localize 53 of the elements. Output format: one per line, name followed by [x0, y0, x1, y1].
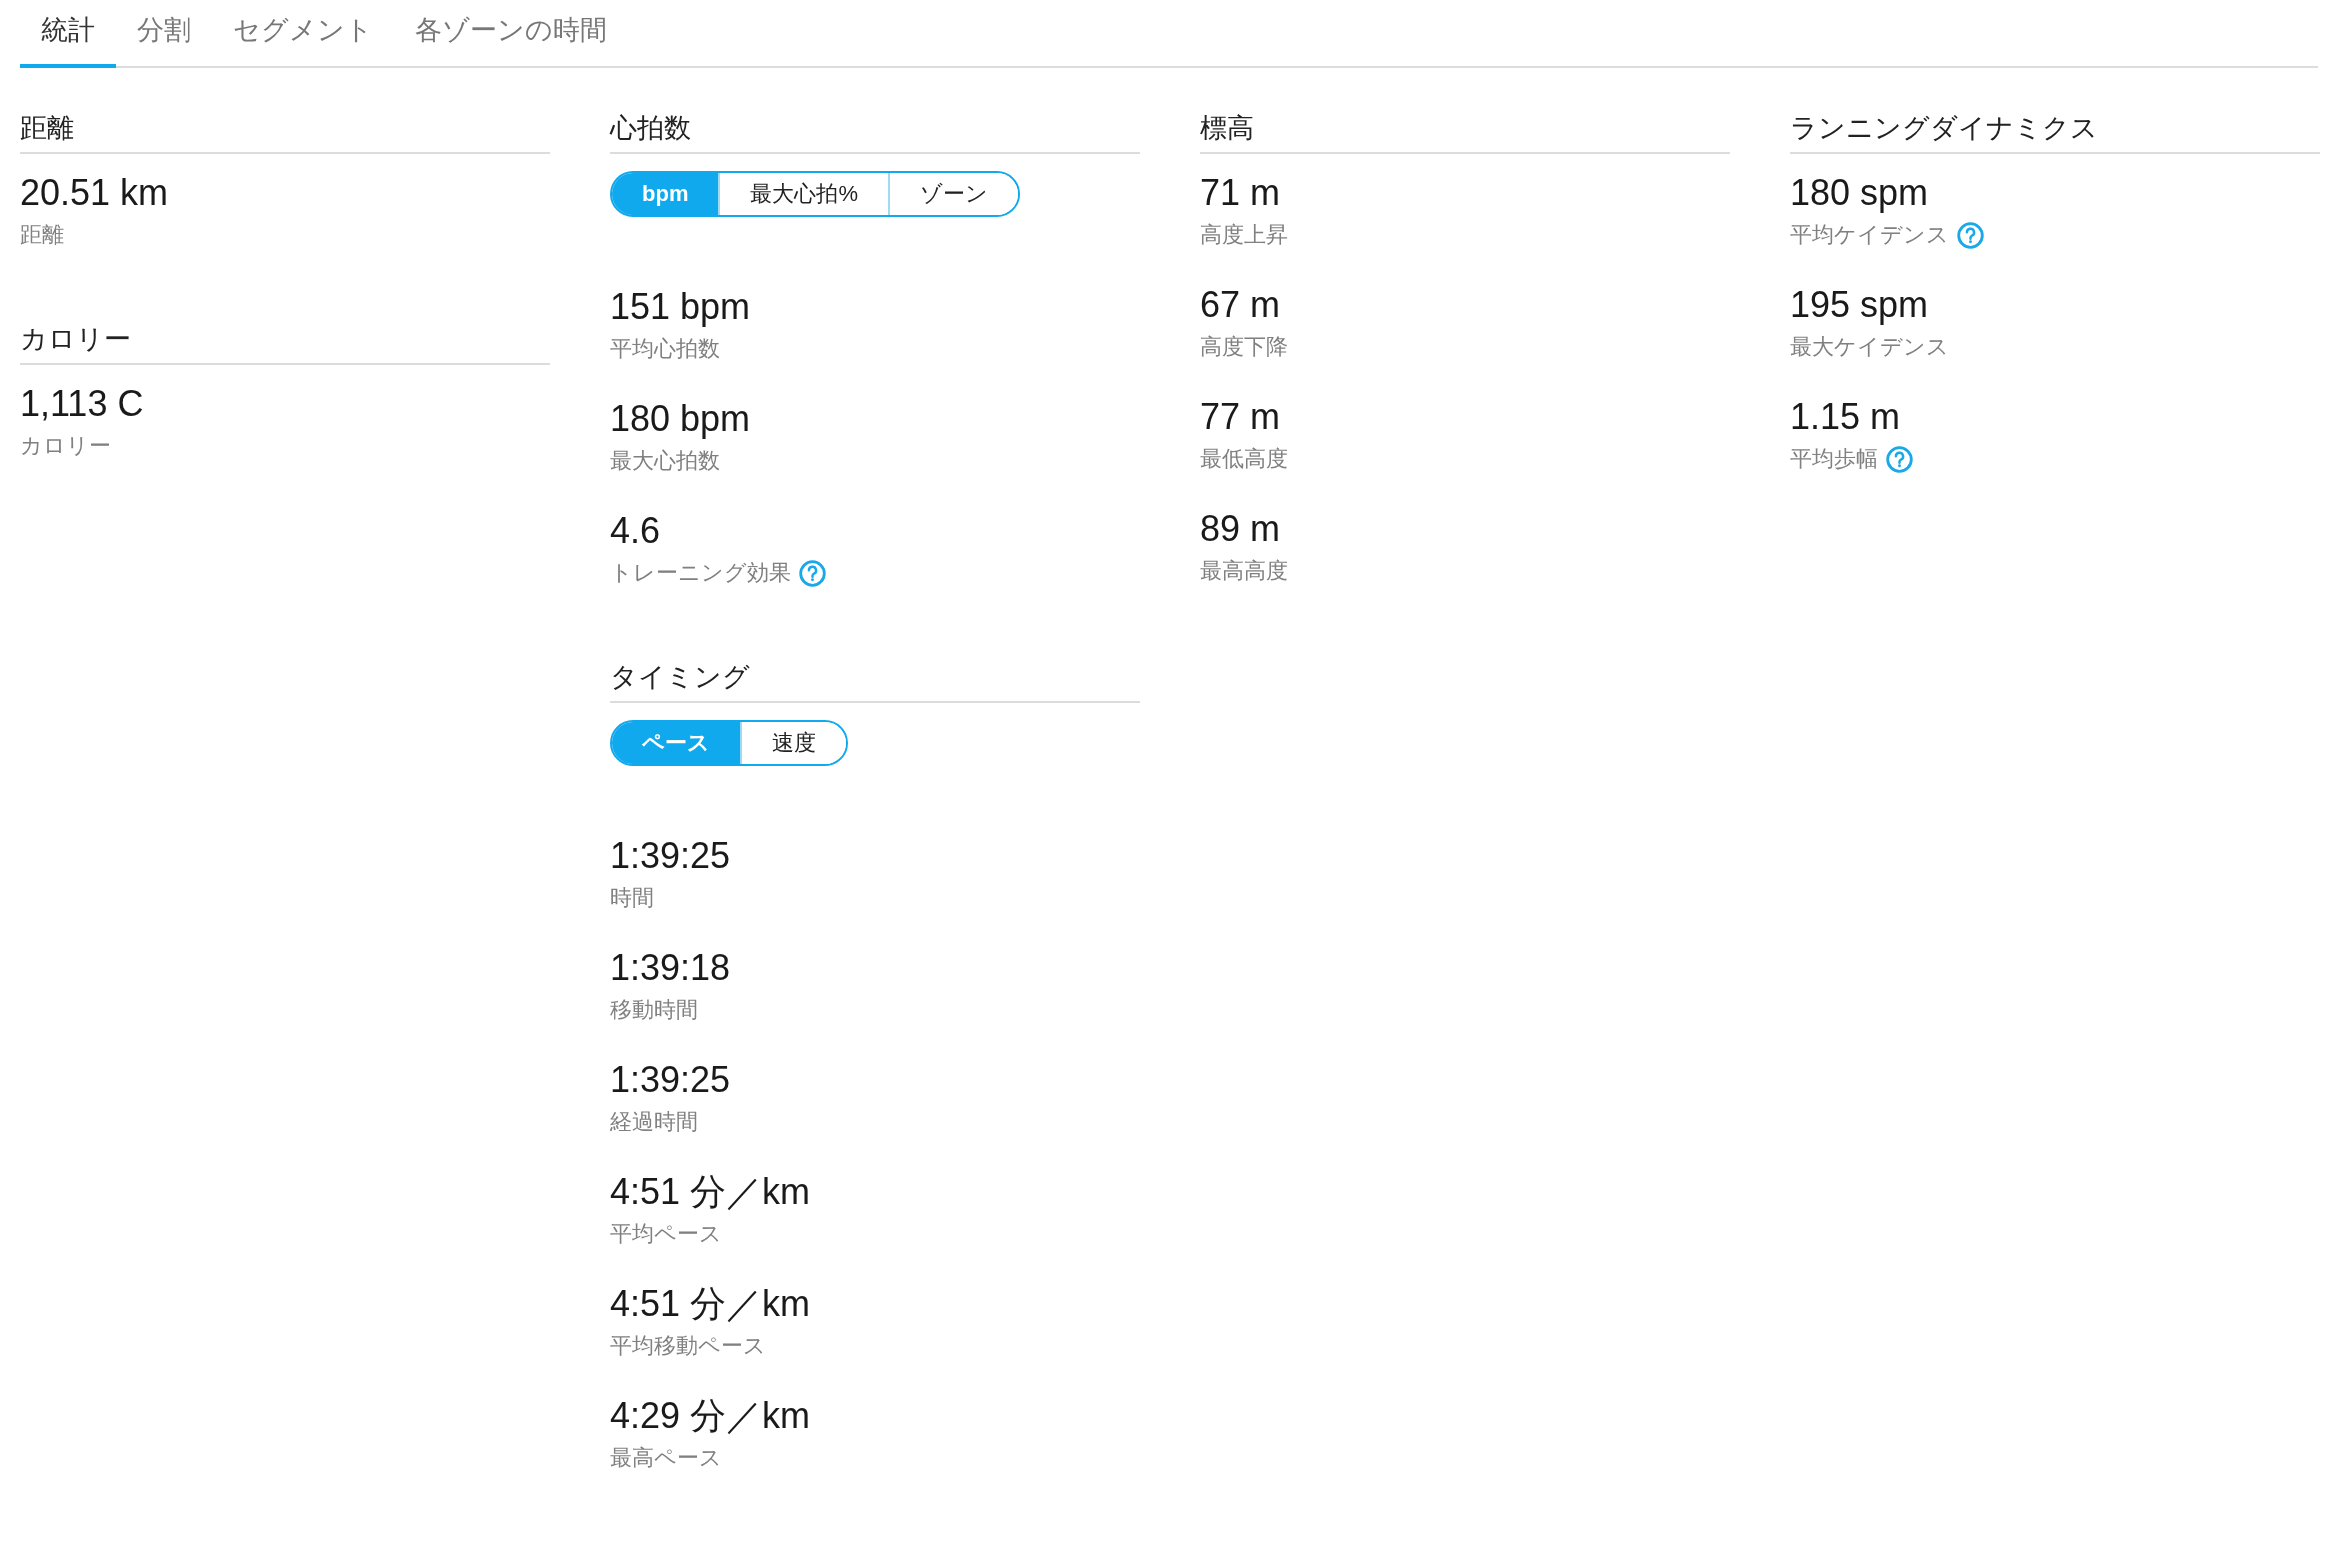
stat-value: 4:29 分／km	[610, 1394, 812, 1438]
stat-label: 距離	[20, 221, 64, 249]
toggle-option[interactable]: bpm	[612, 173, 719, 215]
stat-label: 平均移動ペース	[610, 1332, 766, 1360]
help-icon[interactable]	[1957, 221, 1984, 249]
stat-value: 1.15 m	[1790, 395, 1902, 439]
stat-value: 4.6	[610, 509, 662, 553]
stat-value: 4:51 分／km	[610, 1170, 812, 1214]
stat-label: 高度下降	[1200, 333, 1288, 361]
stat-value: 77 m	[1200, 395, 1282, 439]
section-title: 心拍数	[610, 110, 1140, 154]
section-title: カロリー	[20, 321, 550, 365]
stat-label: 時間	[610, 884, 654, 912]
stat-value: 180 bpm	[610, 397, 752, 441]
stat-label: 平均ケイデンス	[1790, 221, 1949, 249]
tab[interactable]: 統計	[20, 0, 116, 68]
stat-label: 最低高度	[1200, 445, 1288, 473]
stat-value: 20.51 km	[20, 171, 170, 215]
section-title: タイミング	[610, 659, 1140, 703]
toggle-option[interactable]: ペース	[612, 722, 740, 764]
stat-value: 71 m	[1200, 171, 1282, 215]
stat-label: 平均心拍数	[610, 335, 720, 363]
stat-value: 151 bpm	[610, 285, 752, 329]
stat-label: 経過時間	[610, 1108, 698, 1136]
section-title: ランニングダイナミクス	[1790, 110, 2320, 154]
stat-label: 最高高度	[1200, 557, 1288, 585]
stat-value: 89 m	[1200, 507, 1282, 551]
stat-label: 平均ペース	[610, 1220, 722, 1248]
stat-label: トレーニング効果	[610, 559, 791, 587]
stat-value: 1:39:25	[610, 834, 732, 878]
stat-label: 最大心拍数	[610, 447, 720, 475]
section-title: 距離	[20, 110, 550, 154]
stat-value: 4:51 分／km	[610, 1282, 812, 1326]
toggle-option[interactable]: 速度	[740, 722, 846, 764]
tab[interactable]: 各ゾーンの時間	[394, 0, 628, 68]
stat-label: 移動時間	[610, 996, 698, 1024]
tab[interactable]: 分割	[116, 0, 212, 68]
help-icon[interactable]	[799, 559, 826, 587]
stat-value: 1:39:18	[610, 946, 732, 990]
tab[interactable]: セグメント	[212, 0, 394, 68]
stat-value: 195 spm	[1790, 283, 1930, 327]
stat-label: 最大ケイデンス	[1790, 333, 1949, 361]
stat-label: 最高ペース	[610, 1444, 722, 1472]
stat-label: 平均歩幅	[1790, 445, 1878, 473]
stat-label: 高度上昇	[1200, 221, 1288, 249]
stat-value: 1,113 C	[20, 382, 145, 426]
section-title: 標高	[1200, 110, 1730, 154]
toggle-option[interactable]: ゾーン	[888, 173, 1018, 215]
help-icon[interactable]	[1886, 445, 1913, 473]
stat-value: 67 m	[1200, 283, 1282, 327]
stat-label: カロリー	[20, 432, 111, 460]
stat-value: 180 spm	[1790, 171, 1930, 215]
stat-value: 1:39:25	[610, 1058, 732, 1102]
